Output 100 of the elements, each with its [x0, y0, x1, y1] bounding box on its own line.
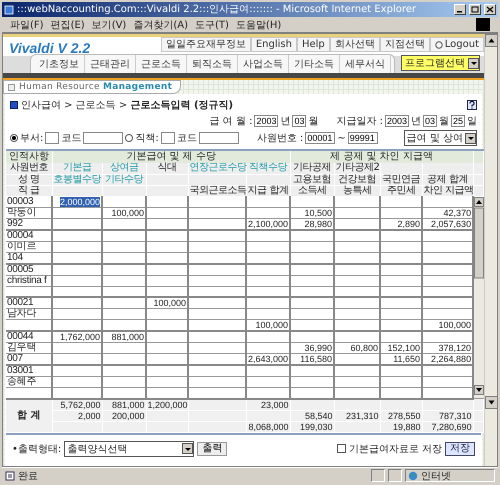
table-cell[interactable]: 2,057,630	[422, 218, 474, 230]
table-cell[interactable]: 007	[6, 354, 52, 365]
input-field[interactable]	[83, 132, 124, 144]
scrollbar[interactable]	[474, 196, 484, 394]
nav-link[interactable]: Help	[296, 37, 330, 52]
input-field[interactable]	[160, 132, 175, 144]
field-label: 지급일자 :	[336, 115, 383, 128]
table-cell[interactable]: 2,643,000	[246, 354, 290, 365]
table-cell[interactable]: 00005	[6, 264, 52, 275]
table-cell[interactable]: christina f	[6, 275, 52, 286]
year-field[interactable]: 2003	[385, 115, 409, 127]
table-cell[interactable]: 992	[6, 218, 52, 230]
table-cell[interactable]: 이미르	[6, 241, 52, 252]
unit-label: 일	[467, 115, 477, 128]
table-cell[interactable]: 881,000	[102, 331, 146, 342]
dropdown-icon	[466, 134, 474, 142]
input-field[interactable]	[198, 132, 239, 144]
column-header: 기타공제	[290, 163, 334, 174]
print-button[interactable]: 출력	[197, 442, 228, 456]
field-label: 부서:	[20, 132, 44, 145]
table-cell[interactable]: 막둥이	[6, 207, 52, 218]
maximize-icon	[471, 6, 479, 13]
menu-item[interactable]: 도구(T)	[195, 18, 229, 32]
status-pane	[371, 469, 385, 482]
radio-button[interactable]	[10, 134, 18, 142]
totals-label: 합 계	[6, 398, 52, 432]
menu-item[interactable]: 도움말(H)	[236, 18, 282, 32]
table-cell[interactable]: 116,580	[290, 354, 334, 365]
page-icon	[5, 470, 15, 480]
menu-item[interactable]: 파일(F)	[10, 18, 44, 32]
scrollbar[interactable]	[485, 34, 497, 409]
day-field[interactable]: 25	[451, 115, 465, 127]
month-field[interactable]: 03	[423, 115, 437, 127]
field-label: 직책:	[135, 132, 159, 145]
logo: Vivaldi V 2.2	[8, 40, 92, 56]
maximize-button[interactable]	[469, 4, 481, 15]
input-field[interactable]: 00001	[305, 132, 336, 144]
radio-button[interactable]	[125, 134, 134, 142]
column-header: 직 급	[6, 185, 52, 196]
table-cell[interactable]: 2,100,000	[246, 218, 290, 230]
nav-link[interactable]: Logout	[430, 37, 484, 52]
program-select[interactable]: 프로그램선택	[401, 55, 480, 71]
table-cell[interactable]: 03001	[6, 365, 52, 376]
type-select[interactable]: 급여 및 상여	[404, 130, 477, 146]
column-group-header: 기본급여 및 제 수당	[52, 150, 290, 163]
table-cell[interactable]: 104	[6, 252, 52, 264]
table-cell[interactable]: 00004	[6, 230, 52, 241]
save-button[interactable]: 저장	[445, 442, 475, 456]
nav-link[interactable]: 회사선택	[330, 37, 380, 52]
unit-label: 월	[439, 115, 449, 128]
table-cell[interactable]: 00044	[6, 331, 52, 342]
input-field[interactable]	[45, 132, 60, 144]
minimize-button[interactable]	[454, 4, 466, 15]
month-field[interactable]: 03	[292, 115, 306, 127]
column-header: 식대	[146, 163, 188, 174]
year-field[interactable]: 2003	[254, 115, 278, 127]
table-cell[interactable]: 00021	[6, 297, 52, 308]
field-label: 급 여 월 :	[210, 115, 252, 128]
table-cell[interactable]: 36,990	[290, 342, 334, 354]
close-button[interactable]	[484, 4, 496, 15]
help-button[interactable]	[467, 100, 477, 110]
table-cell[interactable]: 100,000	[422, 320, 474, 331]
column-header: 기본급	[52, 163, 102, 174]
checkbox[interactable]	[336, 444, 346, 453]
nav-link[interactable]: 일일주요재무정보	[160, 37, 251, 52]
column-group-header: 인적사항	[6, 150, 52, 163]
module-tab[interactable]: Human Resource Management	[3, 80, 182, 94]
table-cell[interactable]: 100,000	[146, 297, 188, 308]
status-text: 완료	[18, 470, 38, 482]
menu-item[interactable]: 보기(V)	[92, 18, 126, 32]
table-cell[interactable]: 송혜주	[6, 376, 52, 388]
table-cell[interactable]: 100,000	[246, 320, 290, 331]
table-cell[interactable]: 28,980	[290, 218, 334, 230]
table-cell[interactable]: 김우택	[6, 342, 52, 354]
window-title: :::webNaccounting.Com:::Vivaldi 2.2:::인사급여::::::: - Microsoft Internet Explorer	[17, 3, 417, 16]
table-cell[interactable]: 2,264,880	[422, 354, 474, 365]
table-cell[interactable]: 100,000	[102, 207, 146, 218]
table-cell[interactable]: 11,650	[380, 354, 422, 365]
field-label: 코드	[61, 132, 82, 145]
unit-label: 년	[280, 115, 290, 128]
table-cell[interactable]: 남자다	[6, 308, 52, 320]
table-cell[interactable]: 42,370	[422, 207, 474, 218]
table-cell[interactable]: 2,890	[380, 218, 422, 230]
globe-icon	[408, 470, 418, 480]
table-cell[interactable]: 60,800	[334, 342, 380, 354]
nav-link[interactable]: English	[250, 37, 297, 52]
field-label: 사원번호 :	[256, 132, 304, 145]
table-cell[interactable]: 152,100	[380, 342, 422, 354]
table-cell[interactable]: 10,500	[290, 207, 334, 218]
input-field[interactable]: 99991	[348, 132, 378, 144]
table-cell[interactable]: 00003	[6, 196, 52, 207]
menu-item[interactable]: 편집(E)	[50, 18, 85, 32]
table-cell[interactable]: 2,000,000	[60, 196, 100, 206]
nav-link[interactable]: 지점선택	[380, 37, 430, 52]
table-cell[interactable]: 1,762,000	[52, 331, 102, 342]
checkbox-label: 기본급여자료로 저장	[348, 442, 442, 456]
output-select[interactable]: 출력양식선택	[64, 440, 194, 456]
table-cell[interactable]: 378,120	[422, 342, 474, 354]
field-label: •출력형태:	[12, 442, 62, 456]
menu-item[interactable]: 즐겨찾기(A)	[133, 18, 188, 32]
